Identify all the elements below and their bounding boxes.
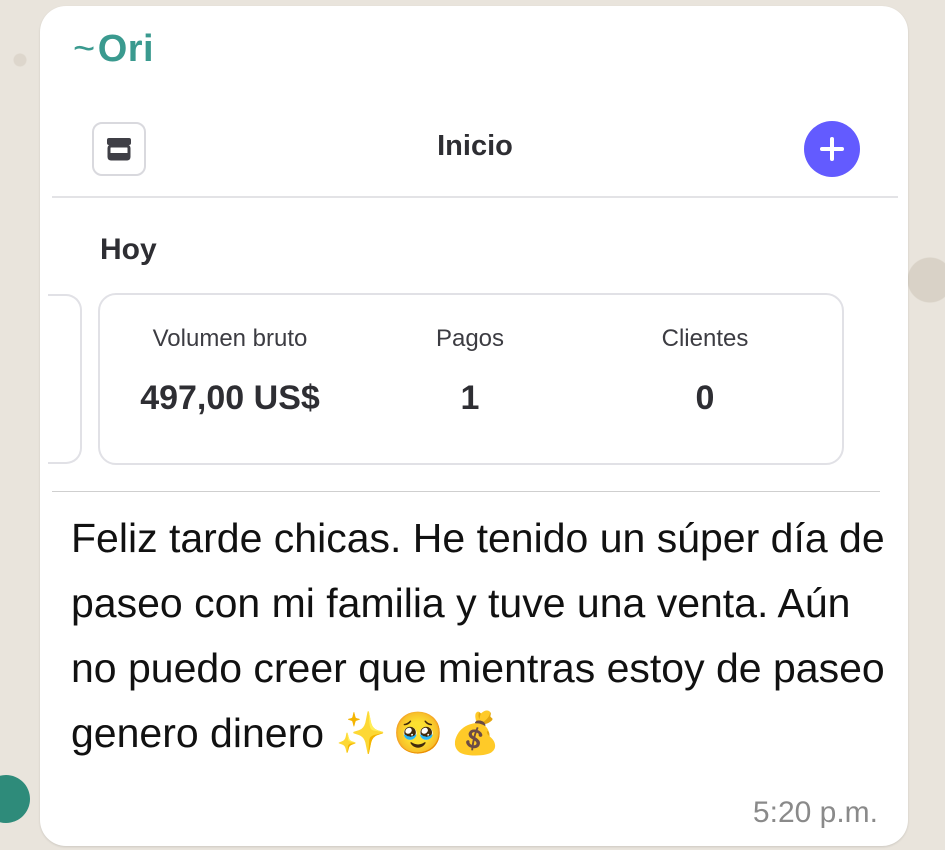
- add-button[interactable]: [804, 121, 860, 177]
- section-title: Hoy: [100, 233, 157, 266]
- sender-label: Ori: [97, 28, 155, 70]
- previous-card[interactable]: [48, 294, 82, 464]
- app-header: Inicio: [52, 116, 898, 198]
- sender-prefix: ~: [73, 28, 96, 70]
- message-bubble[interactable]: ~Ori Inicio Hoy Volumen bruto 497,00 US$…: [40, 6, 908, 846]
- message-emojis: ✨🥹💰: [335, 710, 507, 756]
- attached-screenshot[interactable]: Inicio Hoy Volumen bruto 497,00 US$ Pago…: [48, 96, 898, 491]
- sender-name[interactable]: ~Ori: [73, 28, 154, 71]
- stat-payments: Pagos 1: [380, 325, 560, 418]
- stat-customers: Clientes 0: [610, 325, 800, 418]
- message-timestamp: 5:20 p.m.: [752, 796, 878, 829]
- stat-value: 0: [695, 379, 715, 417]
- divider: [52, 491, 880, 492]
- stats-card[interactable]: Volumen bruto 497,00 US$ Pagos 1 Cliente…: [98, 293, 844, 465]
- stat-label: Pagos: [435, 325, 505, 352]
- stat-label: Volumen bruto: [152, 325, 308, 352]
- page-title: Inicio: [437, 130, 513, 162]
- stat-value: 497,00 US$: [140, 379, 320, 417]
- message-text: Feliz tarde chicas. He tenido un súper d…: [71, 506, 891, 766]
- stat-gross-volume: Volumen bruto 497,00 US$: [130, 325, 330, 418]
- plus-icon: [820, 137, 844, 161]
- stat-value: 1: [460, 379, 480, 417]
- stat-label: Clientes: [661, 325, 749, 352]
